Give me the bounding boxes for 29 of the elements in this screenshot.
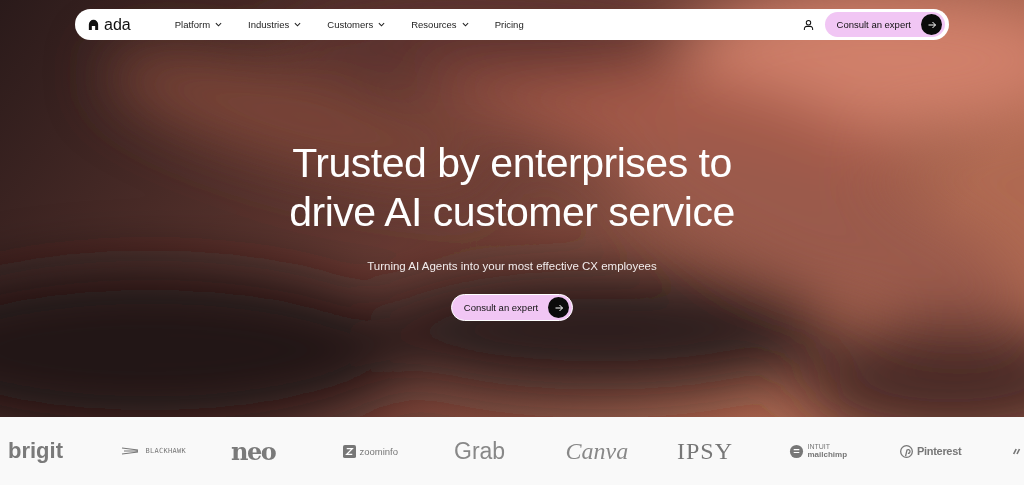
company-logo: IPSY bbox=[677, 437, 734, 465]
zoominfo-icon bbox=[342, 444, 356, 458]
company-logo: mailchimp bbox=[807, 451, 848, 459]
company-logo: Grab bbox=[454, 437, 506, 465]
consult-button[interactable]: Consult an expert bbox=[450, 294, 574, 321]
arrow-right-icon bbox=[921, 14, 942, 35]
arrow-right-icon bbox=[548, 297, 570, 318]
hero-title: Trusted by enterprises to drive AI customer service bbox=[289, 139, 735, 237]
nav-link[interactable]: Industries bbox=[248, 19, 302, 30]
nav-link[interactable]: Customers bbox=[327, 19, 386, 30]
logo-mark-icon bbox=[1011, 447, 1022, 455]
company-logo: neo bbox=[231, 436, 276, 466]
pinterest-icon bbox=[900, 444, 913, 458]
nav-link[interactable]: Pricing bbox=[494, 19, 524, 30]
user-icon[interactable] bbox=[802, 18, 814, 31]
chevron-down-icon bbox=[461, 22, 469, 27]
nav-link[interactable]: Resources bbox=[411, 19, 469, 30]
nav-link[interactable]: Platform bbox=[174, 19, 223, 30]
company-logo: Pinterest bbox=[917, 445, 962, 457]
consult-button[interactable]: Consult an expert bbox=[824, 12, 945, 37]
chevron-down-icon bbox=[378, 22, 386, 27]
company-logo: zoominfo bbox=[359, 445, 399, 457]
company-logo: Canva bbox=[565, 437, 629, 465]
brand-name[interactable]: ada bbox=[104, 15, 131, 34]
chevron-down-icon bbox=[215, 22, 223, 27]
company-logo: brigit bbox=[8, 438, 63, 464]
chevron-down-icon bbox=[294, 22, 302, 27]
logo-icon bbox=[87, 18, 100, 31]
hero-subtitle: Turning AI Agents into your most effective CX employees bbox=[367, 260, 657, 272]
